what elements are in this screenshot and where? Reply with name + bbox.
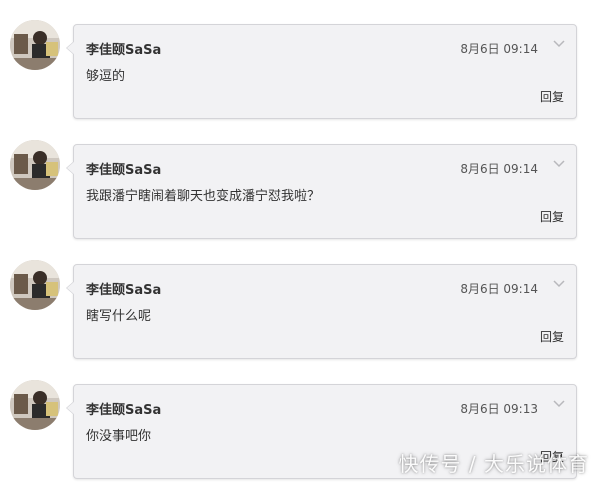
- comment-text: 你没事吧你: [86, 429, 152, 444]
- comment-item: 李佳颐SaSa 8月6日 09:14 我跟潘宁瞎闹着聊天也变成潘宁怼我啦？ 回复: [0, 120, 593, 240]
- chevron-down-icon[interactable]: [552, 159, 566, 169]
- reply-button[interactable]: 回复: [540, 88, 564, 105]
- comment-time: 8月6日 09:14: [460, 162, 538, 176]
- username[interactable]: 李佳颐SaSa: [86, 39, 161, 58]
- user-avatar[interactable]: [10, 20, 60, 70]
- comment-time: 8月6日 09:14: [460, 282, 538, 296]
- chevron-down-icon[interactable]: [552, 279, 566, 289]
- reply-button[interactable]: 回复: [540, 328, 564, 345]
- comment-list: 李佳颐SaSa 8月6日 09:14 够逗的 回复 李佳颐SaSa 8月6日 0: [0, 0, 593, 483]
- user-avatar[interactable]: [10, 140, 60, 190]
- username[interactable]: 李佳颐SaSa: [86, 159, 161, 178]
- comment-text: 够逗的: [86, 69, 126, 84]
- comment-item: 李佳颐SaSa 8月6日 09:14 瞎写什么呢 回复: [0, 240, 593, 360]
- watermark: 快传号 / 大乐说体育: [398, 452, 589, 476]
- comment-bubble: 李佳颐SaSa 8月6日 09:14 够逗的 回复: [66, 24, 577, 119]
- comment-time: 8月6日 09:13: [460, 402, 538, 416]
- user-avatar[interactable]: [10, 260, 60, 310]
- comment-text: 我跟潘宁瞎闹着聊天也变成潘宁怼我啦？: [86, 189, 321, 204]
- username[interactable]: 李佳颐SaSa: [86, 399, 161, 418]
- comment-bubble: 李佳颐SaSa 8月6日 09:14 瞎写什么呢 回复: [66, 264, 577, 359]
- comment-bubble: 李佳颐SaSa 8月6日 09:14 我跟潘宁瞎闹着聊天也变成潘宁怼我啦？ 回复: [66, 144, 577, 239]
- chevron-down-icon[interactable]: [552, 39, 566, 49]
- reply-button[interactable]: 回复: [540, 208, 564, 225]
- comment-item: 李佳颐SaSa 8月6日 09:14 够逗的 回复: [0, 0, 593, 120]
- username[interactable]: 李佳颐SaSa: [86, 279, 161, 298]
- comment-time: 8月6日 09:14: [460, 42, 538, 56]
- user-avatar[interactable]: [10, 380, 60, 430]
- comment-text: 瞎写什么呢: [86, 309, 152, 324]
- chevron-down-icon[interactable]: [552, 399, 566, 409]
